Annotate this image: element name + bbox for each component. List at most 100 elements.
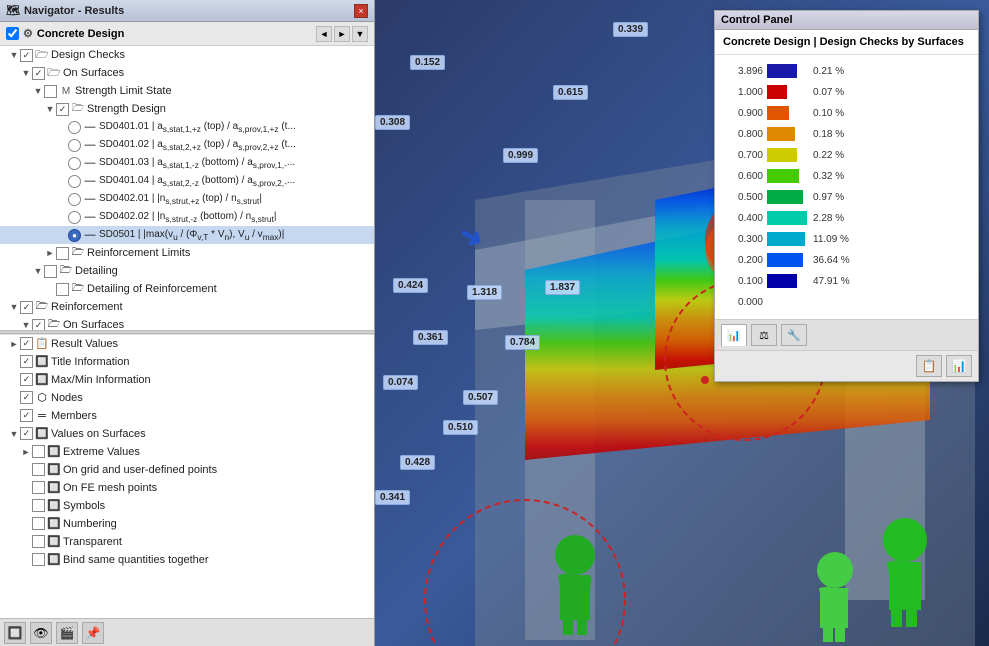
tree-item-detailing[interactable]: ▼ 🗁 Detailing: [0, 262, 374, 280]
expander-extreme-values[interactable]: ►: [20, 446, 32, 458]
checkbox-sd040101[interactable]: [68, 121, 81, 134]
expander-result-values[interactable]: ►: [8, 338, 20, 350]
label-strength-design: Strength Design: [87, 103, 166, 115]
toolbar-btn-record[interactable]: 🎬: [56, 622, 78, 644]
checkbox-bind-same[interactable]: [32, 553, 45, 566]
legend-value: 0.700: [723, 150, 763, 161]
legend-bar-container: [767, 127, 807, 141]
icon-reinforcement: 🗁: [35, 300, 49, 314]
checkbox-detailing-of-reinf[interactable]: [56, 283, 69, 296]
tree-item-bind-same[interactable]: ▶ 🔲 Bind same quantities together: [0, 551, 374, 569]
tree-item-transparent[interactable]: ▶ 🔲 Transparent: [0, 533, 374, 551]
expander-on-surfaces-1[interactable]: ▼: [20, 67, 32, 79]
toolbar-btn-pin[interactable]: 📌: [82, 622, 104, 644]
label-0308: 0.308: [375, 115, 410, 130]
tree-item-sd040202[interactable]: ▶ — SD0402.02 | |ns,strut,-z (bottom) / …: [0, 208, 374, 226]
checkbox-sd0501[interactable]: [68, 229, 81, 242]
checkbox-sd040102[interactable]: [68, 139, 81, 152]
checkbox-on-surfaces-2[interactable]: [32, 319, 45, 330]
label-nodes: Nodes: [51, 392, 83, 404]
expander-on-surfaces-2[interactable]: ▼: [20, 319, 32, 330]
tree-item-sd040104[interactable]: ▶ — SD0401.04 | as,stat,2,-z (bottom) / …: [0, 172, 374, 190]
legend-row: 0.8000.18 %: [723, 124, 970, 144]
tree-item-on-surfaces-1[interactable]: ▼ 🗁 On Surfaces: [0, 64, 374, 82]
checkbox-strength-design[interactable]: [56, 103, 69, 116]
expander-values-on-surfaces[interactable]: ▼: [8, 428, 20, 440]
nav-prev[interactable]: ◄: [316, 26, 332, 42]
legend-bar-container: [767, 274, 807, 288]
expander-reinf-limits[interactable]: ►: [44, 247, 56, 259]
checkbox-detailing[interactable]: [44, 265, 57, 278]
checkbox-on-fe-mesh[interactable]: [32, 481, 45, 494]
cp-header-label: Concrete Design | Design Checks by Surfa…: [723, 36, 964, 48]
checkbox-nodes[interactable]: [20, 391, 33, 404]
label-sd040201: SD0402.01 | |ns,strut,+z (top) / ns,stru…: [99, 193, 262, 206]
nav-next[interactable]: ►: [334, 26, 350, 42]
tree-item-members[interactable]: ▶ ═ Members: [0, 407, 374, 425]
checkbox-members[interactable]: [20, 409, 33, 422]
cp-btn-export[interactable]: 📋: [916, 355, 942, 377]
legend-pct: 36.64 %: [813, 255, 850, 266]
cp-tab-scale[interactable]: ⚖: [751, 324, 777, 346]
checkbox-numbering[interactable]: [32, 517, 45, 530]
expander-design-checks[interactable]: ▼: [8, 49, 20, 61]
toolbar-btn-view[interactable]: 👁: [30, 622, 52, 644]
tree-item-extreme-values[interactable]: ► 🔲 Extreme Values: [0, 443, 374, 461]
tree-item-values-on-surfaces[interactable]: ▼ 🔲 Values on Surfaces: [0, 425, 374, 443]
concrete-design-checkbox[interactable]: [6, 27, 19, 40]
checkbox-sd040202[interactable]: [68, 211, 81, 224]
icon-numbering: 🔲: [47, 517, 61, 531]
tree-item-symbols[interactable]: ▶ 🔲 Symbols: [0, 497, 374, 515]
cp-legend-body: 3.8960.21 %1.0000.07 %0.9000.10 %0.8000.…: [715, 55, 978, 319]
checkbox-sd040201[interactable]: [68, 193, 81, 206]
tree-item-sd040102[interactable]: ▶ — SD0401.02 | as,stat,2,+z (top) / as,…: [0, 136, 374, 154]
tree-item-on-grid[interactable]: ▶ 🔲 On grid and user-defined points: [0, 461, 374, 479]
tree-item-result-values[interactable]: ► 📋 Result Values: [0, 335, 374, 353]
toolbar-btn-layout[interactable]: 🔲: [4, 622, 26, 644]
tree-item-strength-limit[interactable]: ▼ M Strength Limit State: [0, 82, 374, 100]
tree-item-design-checks[interactable]: ▼ 🗁 Design Checks: [0, 46, 374, 64]
tree-item-reinf-limits[interactable]: ► 🗁 Reinforcement Limits: [0, 244, 374, 262]
checkbox-extreme-values[interactable]: [32, 445, 45, 458]
cp-title-label: Control Panel: [721, 14, 793, 26]
checkbox-result-values[interactable]: [20, 337, 33, 350]
close-button[interactable]: ×: [354, 4, 368, 18]
expander-detailing[interactable]: ▼: [32, 265, 44, 277]
checkbox-design-checks[interactable]: [20, 49, 33, 62]
tree-item-title-info[interactable]: ▶ 🔲 Title Information: [0, 353, 374, 371]
tree-item-detailing-of-reinf[interactable]: ▶ 🗁 Detailing of Reinforcement: [0, 280, 374, 298]
cp-btn-chart[interactable]: 📊: [946, 355, 972, 377]
label-sd040103: SD0401.03 | as,stat,1,-z (bottom) / as,p…: [99, 157, 295, 170]
legend-bar-container: [767, 85, 807, 99]
tree-item-sd040201[interactable]: ▶ — SD0402.01 | |ns,strut,+z (top) / ns,…: [0, 190, 374, 208]
checkbox-sd040103[interactable]: [68, 157, 81, 170]
checkbox-maxmin-info[interactable]: [20, 373, 33, 386]
checkbox-sd040104[interactable]: [68, 175, 81, 188]
checkbox-values-on-surfaces[interactable]: [20, 427, 33, 440]
tree-item-strength-design[interactable]: ▼ 🗁 Strength Design: [0, 100, 374, 118]
tree-item-maxmin-info[interactable]: ▶ 🔲 Max/Min Information: [0, 371, 374, 389]
checkbox-on-grid[interactable]: [32, 463, 45, 476]
expander-strength-limit[interactable]: ▼: [32, 85, 44, 97]
label-transparent: Transparent: [63, 536, 122, 548]
tree-item-numbering[interactable]: ▶ 🔲 Numbering: [0, 515, 374, 533]
checkbox-transparent[interactable]: [32, 535, 45, 548]
checkbox-on-surfaces-1[interactable]: [32, 67, 45, 80]
tree-item-nodes[interactable]: ▶ ⬡ Nodes: [0, 389, 374, 407]
tree-item-sd040103[interactable]: ▶ — SD0401.03 | as,stat,1,-z (bottom) / …: [0, 154, 374, 172]
expander-strength-design[interactable]: ▼: [44, 103, 56, 115]
checkbox-title-info[interactable]: [20, 355, 33, 368]
tree-item-on-fe-mesh[interactable]: ▶ 🔲 On FE mesh points: [0, 479, 374, 497]
nav-menu[interactable]: ▼: [352, 26, 368, 42]
tree-item-reinforcement[interactable]: ▼ 🗁 Reinforcement: [0, 298, 374, 316]
checkbox-strength-limit[interactable]: [44, 85, 57, 98]
checkbox-reinforcement[interactable]: [20, 301, 33, 314]
cp-tab-settings[interactable]: 🔧: [781, 324, 807, 346]
tree-item-sd0501[interactable]: ▶ — SD0501 | |max(vu / (Φv,T * Vn), Vu /…: [0, 226, 374, 244]
expander-reinforcement[interactable]: ▼: [8, 301, 20, 313]
checkbox-reinf-limits[interactable]: [56, 247, 69, 260]
checkbox-symbols[interactable]: [32, 499, 45, 512]
cp-tab-chart[interactable]: 📊: [721, 324, 747, 346]
tree-item-sd040101[interactable]: ▶ — SD0401.01 | as,stat,1,+z (top) / as,…: [0, 118, 374, 136]
tree-item-on-surfaces-2[interactable]: ▼ 🗁 On Surfaces: [0, 316, 374, 330]
